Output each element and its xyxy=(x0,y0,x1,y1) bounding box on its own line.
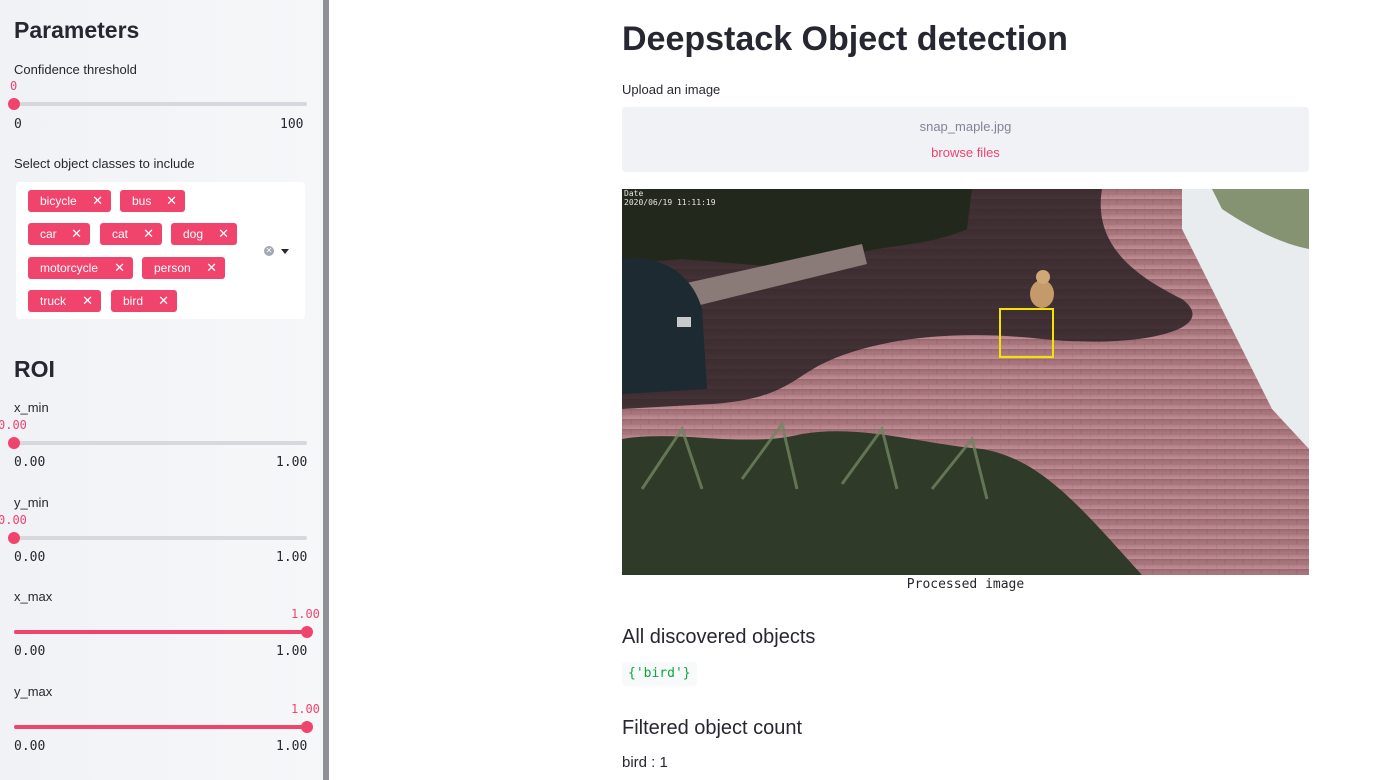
uploaded-file-name: snap_maple.jpg xyxy=(919,119,1012,134)
y-min-range-min: 0.00 xyxy=(14,550,46,565)
confidence-label: Confidence threshold xyxy=(14,62,137,77)
tag-label: cat xyxy=(112,227,129,241)
tag-label: bus xyxy=(132,194,152,208)
x-max-thumb[interactable] xyxy=(301,626,313,638)
y-max-track[interactable] xyxy=(14,721,313,733)
tag-label: motorcycle xyxy=(40,261,99,275)
confidence-thumb[interactable] xyxy=(8,98,20,110)
tag-label: truck xyxy=(40,294,67,308)
confidence-value: 0 xyxy=(10,79,18,93)
x-max-range-max: 1.00 xyxy=(276,644,308,659)
tag-person: person ✕ xyxy=(142,257,225,279)
y-min-label: y_min xyxy=(14,495,49,510)
processed-image: Date 2020/06/19 11:11:19 xyxy=(622,189,1309,575)
x-min-value: 0.00 xyxy=(0,418,27,432)
filtered-count-heading: Filtered object count xyxy=(622,717,803,739)
y-max-label: y_max xyxy=(14,684,53,699)
x-max-value: 1.00 xyxy=(291,607,320,621)
remove-tag-icon[interactable]: ✕ xyxy=(218,223,229,245)
dropdown-caret-icon[interactable] xyxy=(281,249,289,254)
y-max-value: 1.00 xyxy=(291,702,320,716)
file-dropzone[interactable]: snap_maple.jpg browse files xyxy=(622,107,1309,172)
tag-label: car xyxy=(40,227,57,241)
confidence-max: 100 xyxy=(280,117,304,132)
sidebar: Parameters Confidence threshold 0 0 100 … xyxy=(0,0,323,780)
y-min-value: 0.00 xyxy=(0,513,27,527)
x-min-thumb[interactable] xyxy=(8,437,20,449)
x-min-range-max: 1.00 xyxy=(276,455,308,470)
confidence-min: 0 xyxy=(14,117,22,132)
confidence-track[interactable] xyxy=(8,98,307,110)
remove-tag-icon[interactable]: ✕ xyxy=(82,290,93,312)
y-max-range-min: 0.00 xyxy=(14,739,46,754)
y-min-thumb[interactable] xyxy=(8,532,20,544)
x-max-fill xyxy=(14,630,307,634)
x-min-track[interactable] xyxy=(8,437,307,449)
y-max-range-max: 1.00 xyxy=(276,739,308,754)
x-max-track[interactable] xyxy=(14,626,313,638)
roi-heading: ROI xyxy=(14,356,55,382)
driveway-photo: Date 2020/06/19 11:11:19 xyxy=(622,189,1309,575)
remove-tag-icon[interactable]: ✕ xyxy=(71,223,82,245)
filtered-count-value: bird : 1 xyxy=(622,754,668,771)
x-max-label: x_max xyxy=(14,589,53,604)
page-title: Deepstack Object detection xyxy=(622,20,1068,58)
class-multiselect[interactable]: bicycle ✕ bus ✕ car ✕ cat ✕ dog ✕ motorcycle ✕… xyxy=(16,182,305,319)
x-max-range-min: 0.00 xyxy=(14,644,46,659)
tag-motorcycle: motorcycle ✕ xyxy=(28,257,133,279)
y-max-thumb[interactable] xyxy=(301,721,313,733)
image-caption: Processed image xyxy=(906,577,1025,592)
tag-dog: dog ✕ xyxy=(171,223,237,245)
tag-label: person xyxy=(154,261,191,275)
y-max-fill xyxy=(14,725,307,729)
y-min-track[interactable] xyxy=(8,532,307,544)
remove-tag-icon[interactable]: ✕ xyxy=(92,190,103,212)
clear-all-icon[interactable]: ✕ xyxy=(264,246,274,256)
classes-label: Select object classes to include xyxy=(14,156,195,171)
x-min-label: x_min xyxy=(14,400,49,415)
tag-label: bird xyxy=(123,294,144,308)
upload-label: Upload an image xyxy=(622,82,721,97)
remove-tag-icon[interactable]: ✕ xyxy=(166,190,177,212)
tag-cat: cat ✕ xyxy=(100,223,162,245)
tag-bird: bird ✕ xyxy=(111,290,177,312)
remove-tag-icon[interactable]: ✕ xyxy=(143,223,154,245)
remove-tag-icon[interactable]: ✕ xyxy=(114,257,125,279)
sidebar-resize-handle[interactable] xyxy=(323,0,329,780)
all-objects-heading: All discovered objects xyxy=(622,626,816,648)
tag-car: car ✕ xyxy=(28,223,90,245)
tag-label: dog xyxy=(183,227,204,241)
y-min-range-max: 1.00 xyxy=(276,550,308,565)
tag-truck: truck ✕ xyxy=(28,290,101,312)
parameters-heading: Parameters xyxy=(14,17,140,43)
x-min-range-min: 0.00 xyxy=(14,455,46,470)
tag-bicycle: bicycle ✕ xyxy=(28,190,111,212)
image-timestamp: 2020/06/19 11:11:19 xyxy=(624,198,716,207)
tag-bus: bus ✕ xyxy=(120,190,185,212)
remove-tag-icon[interactable]: ✕ xyxy=(206,257,217,279)
image-timestamp-label: Date xyxy=(624,189,643,198)
remove-tag-icon[interactable]: ✕ xyxy=(158,290,169,312)
browse-files-link[interactable]: browse files xyxy=(622,145,1309,160)
tag-label: bicycle xyxy=(40,194,77,208)
all-objects-value: {'bird'} xyxy=(622,662,697,686)
